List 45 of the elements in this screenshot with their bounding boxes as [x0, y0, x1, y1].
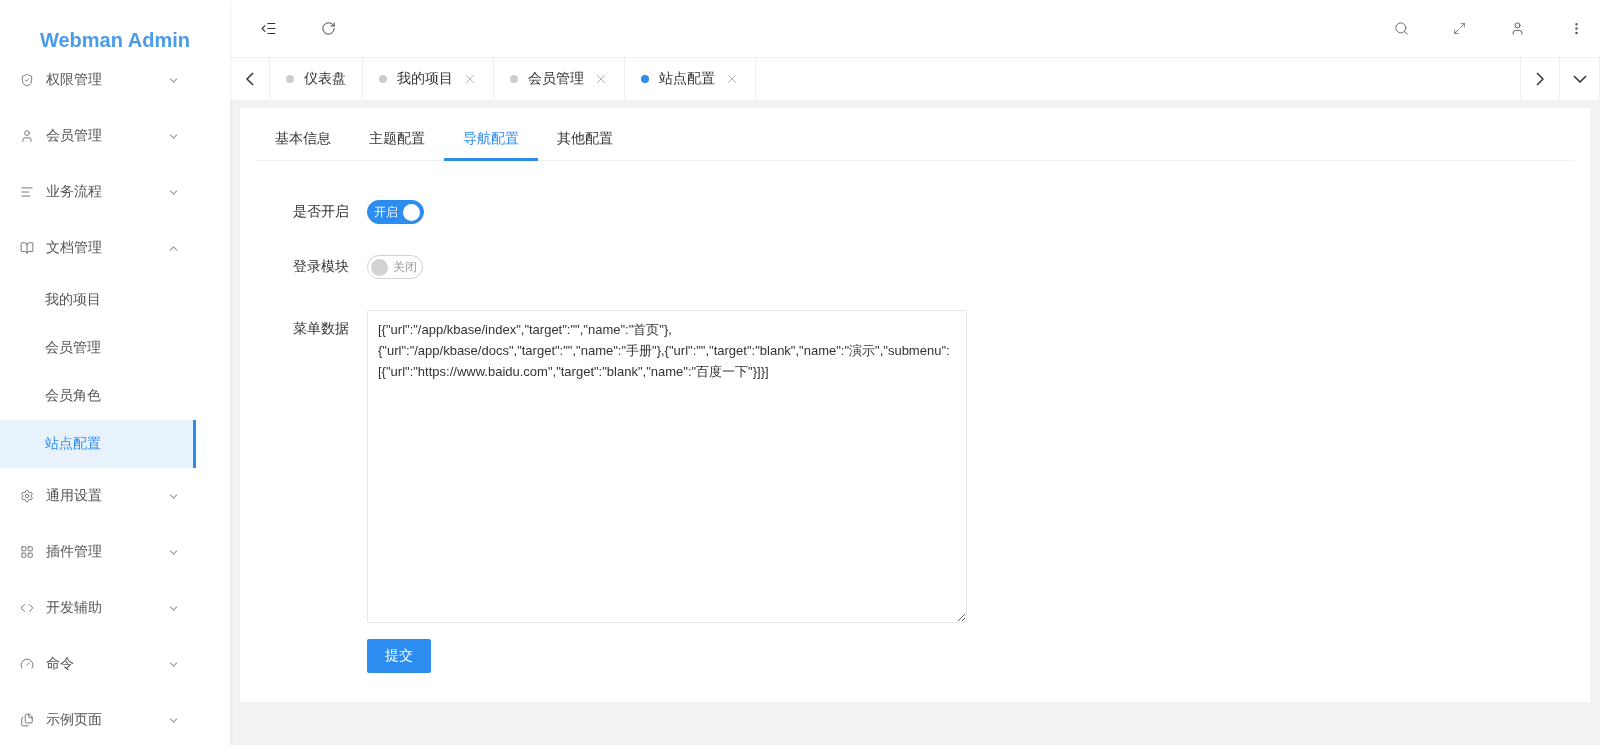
page-tab[interactable]: 站点配置: [625, 58, 756, 100]
close-icon[interactable]: [594, 72, 608, 86]
sidebar-subitem[interactable]: 会员管理: [0, 324, 230, 372]
page-tab[interactable]: 会员管理: [494, 58, 625, 100]
field-label: 菜单数据: [292, 319, 350, 338]
field-label: 登录模块: [292, 258, 350, 276]
user-icon: [20, 129, 34, 143]
logo: Webman Admin: [40, 29, 190, 52]
sidebar-item[interactable]: 插件管理: [0, 524, 230, 580]
tabs-right-button[interactable]: [1520, 58, 1560, 100]
sidebar-item[interactable]: 权限管理: [0, 52, 230, 108]
tab-label: 会员管理: [528, 70, 584, 88]
sidebar-subitem[interactable]: 会员角色: [0, 372, 230, 420]
sidebar-item[interactable]: 命令: [0, 636, 230, 692]
code-icon: [20, 601, 34, 615]
sidebar-subitem[interactable]: 我的项目: [0, 276, 230, 324]
tab-label: 我的项目: [397, 70, 453, 88]
config-tab[interactable]: 基本信息: [256, 122, 350, 161]
tab-label: 仪表盘: [304, 70, 346, 88]
sidebar-item[interactable]: 会员管理: [0, 108, 230, 164]
close-icon[interactable]: [463, 72, 477, 86]
menu-data-textarea[interactable]: [{"url":"/app/kbase/index","target":"","name":"首页"},{"url":"/app/kbase/docs","target":"","name":"手册"},{"url":"","target":"blank","name":"演示","submenu":[{"url":"https://www.baidu.com","target":"blank","name":"百度一下"}]}]: [367, 310, 967, 623]
sidebar-item[interactable]: 文档管理: [0, 220, 230, 276]
config-tab[interactable]: 其他配置: [538, 122, 632, 161]
tab-label: 站点配置: [659, 70, 715, 88]
field-label: 是否开启: [292, 203, 350, 221]
config-tab[interactable]: 主题配置: [350, 122, 444, 161]
shield-icon: [20, 73, 34, 87]
chevron-left-icon: [245, 72, 254, 86]
sidebar-item[interactable]: 通用设置: [0, 468, 230, 524]
page-tab[interactable]: 仪表盘: [270, 58, 363, 100]
gauge-icon: [20, 657, 34, 671]
page-tab[interactable]: 我的项目: [363, 58, 494, 100]
chevron-down-icon: [1572, 75, 1587, 83]
gear-icon: [20, 489, 34, 503]
book-icon: [20, 241, 34, 255]
sidebar-item[interactable]: 开发辅助: [0, 580, 230, 636]
sidebar-item[interactable]: 业务流程: [0, 164, 230, 220]
lines-icon: [20, 185, 34, 199]
chevron-right-icon: [1536, 72, 1544, 86]
config-tab[interactable]: 导航配置: [444, 122, 538, 161]
sidebar-item[interactable]: 示例页面: [0, 692, 230, 745]
close-icon[interactable]: [725, 72, 739, 86]
grid-icon: [20, 545, 34, 559]
pages-icon: [20, 713, 34, 727]
